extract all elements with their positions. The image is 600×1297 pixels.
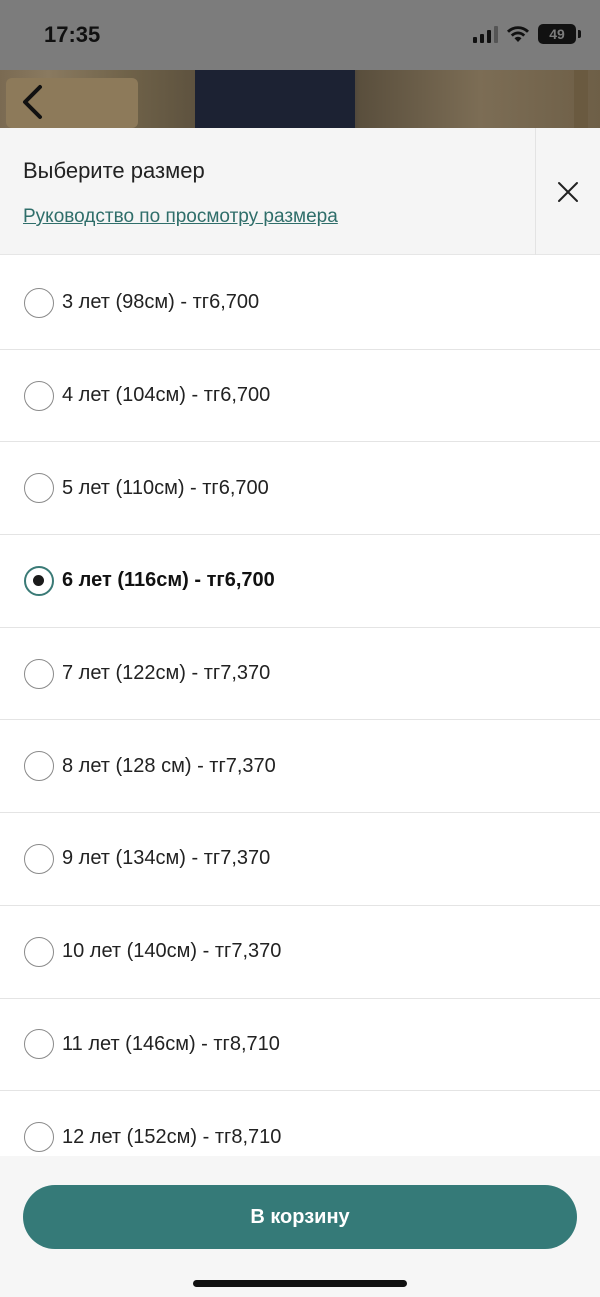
signal-icon [473, 25, 498, 43]
close-icon [558, 181, 578, 202]
status-time: 17:35 [44, 22, 101, 47]
radio-unselected-icon[interactable] [24, 1122, 54, 1153]
size-option[interactable]: 8 лет (128 см) - тг7,370 [0, 720, 600, 814]
sheet-header: Выберите размер Руководство по просмотру… [0, 128, 600, 255]
radio-unselected-icon[interactable] [24, 843, 54, 874]
size-guide-link[interactable]: Руководство по просмотру размера [23, 206, 338, 228]
close-button[interactable] [535, 128, 600, 255]
size-option-label: 12 лет (152см) - тг8,710 [62, 1125, 282, 1148]
battery-level: 49 [549, 26, 565, 42]
size-option-label: 5 лет (110см) - тг6,700 [62, 476, 269, 499]
status-bar: 17:35 49 [0, 0, 600, 70]
size-option-label: 8 лет (128 см) - тг7,370 [62, 754, 276, 777]
size-option-label: 7 лет (122см) - тг7,370 [62, 662, 271, 685]
radio-unselected-icon[interactable] [24, 658, 54, 689]
status-icons: 49 [473, 24, 581, 44]
radio-selected-icon[interactable] [24, 565, 54, 596]
photo-frame [574, 70, 588, 128]
radio-unselected-icon[interactable] [24, 1029, 54, 1060]
footer: В корзину [0, 1156, 600, 1297]
size-option-label: 11 лет (146см) - тг8,710 [62, 1032, 280, 1055]
back-button[interactable] [18, 84, 50, 120]
wifi-icon [507, 26, 529, 42]
size-list: 3 лет (98см) - тг6,700 4 лет (104см) - тг… [0, 257, 600, 1184]
radio-unselected-icon[interactable] [24, 287, 54, 318]
size-option-label: 10 лет (140см) - тг7,370 [62, 940, 282, 963]
radio-unselected-icon[interactable] [24, 751, 54, 782]
radio-unselected-icon[interactable] [24, 936, 54, 967]
size-option[interactable]: 11 лет (146см) - тг8,710 [0, 999, 600, 1092]
size-option[interactable]: 3 лет (98см) - тг6,700 [0, 257, 600, 350]
photo-dress [195, 60, 355, 130]
size-selection-sheet: Выберите размер Руководство по просмотру… [0, 128, 600, 1297]
size-option-label: 3 лет (98см) - тг6,700 [62, 291, 260, 314]
size-option-label: 6 лет (116см) - тг6,700 [62, 569, 275, 592]
size-option[interactable]: 9 лет (134см) - тг7,370 [0, 813, 600, 906]
size-option[interactable]: 4 лет (104см) - тг6,700 [0, 350, 600, 443]
size-option-label: 4 лет (104см) - тг6,700 [62, 384, 271, 407]
add-to-cart-button[interactable]: В корзину [23, 1185, 577, 1249]
size-option[interactable]: 6 лет (116см) - тг6,700 [0, 535, 600, 628]
battery-icon: 49 [538, 24, 581, 44]
radio-unselected-icon[interactable] [24, 473, 54, 504]
size-option[interactable]: 10 лет (140см) - тг7,370 [0, 906, 600, 999]
size-option[interactable]: 7 лет (122см) - тг7,370 [0, 628, 600, 721]
radio-unselected-icon[interactable] [24, 380, 54, 411]
size-option-label: 9 лет (134см) - тг7,370 [62, 847, 271, 870]
size-option[interactable]: 5 лет (110см) - тг6,700 [0, 442, 600, 536]
chevron-left-icon [23, 85, 42, 119]
sheet-title: Выберите размер [23, 158, 205, 183]
home-indicator [193, 1280, 407, 1287]
